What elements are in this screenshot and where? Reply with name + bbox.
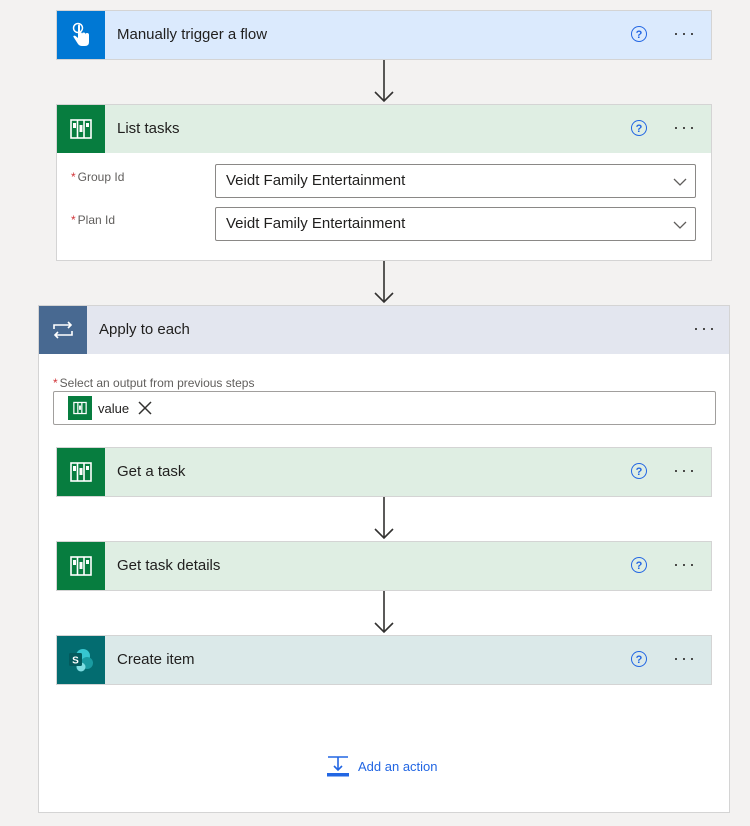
apply-to-each-title: Apply to each xyxy=(99,321,190,338)
required-marker: * xyxy=(53,376,58,390)
group-id-dropdown[interactable]: Veidt Family Entertainment xyxy=(215,164,696,198)
trigger-title: Manually trigger a flow xyxy=(117,26,268,43)
plan-id-label-text: Plan Id xyxy=(77,213,116,227)
loop-icon xyxy=(39,306,87,354)
value-token-text: value xyxy=(98,400,130,416)
trigger-header[interactable]: Manually trigger a flow ? ··· xyxy=(57,11,711,59)
apply-to-each-card[interactable]: Apply to each ··· * Select an output from… xyxy=(38,305,730,813)
create-item-title: Create item xyxy=(117,651,195,668)
svg-text:S: S xyxy=(72,656,79,667)
get-task-details-card[interactable]: Get task details ? ··· xyxy=(56,541,712,591)
value-token[interactable]: value xyxy=(68,396,153,420)
get-a-task-card[interactable]: Get a task ? ··· xyxy=(56,447,712,497)
more-options-icon[interactable]: ··· xyxy=(673,105,697,153)
sharepoint-icon: S xyxy=(57,636,105,684)
close-icon[interactable] xyxy=(137,400,153,416)
select-output-label-text: Select an output from previous steps xyxy=(59,376,255,390)
touch-hand-icon xyxy=(57,11,105,59)
more-options-icon[interactable]: ··· xyxy=(693,306,717,354)
help-icon[interactable]: ? xyxy=(631,463,647,479)
select-output-field[interactable]: value xyxy=(53,391,716,425)
get-task-details-title: Get task details xyxy=(117,557,221,574)
get-task-details-header[interactable]: Get task details ? ··· xyxy=(57,542,711,590)
help-icon[interactable]: ? xyxy=(631,120,647,136)
more-options-icon[interactable]: ··· xyxy=(673,636,697,684)
more-options-icon[interactable]: ··· xyxy=(673,542,697,590)
trigger-card[interactable]: Manually trigger a flow ? ··· xyxy=(56,10,712,60)
create-item-card[interactable]: S Create item ? ··· xyxy=(56,635,712,685)
group-id-label: * Group Id xyxy=(71,170,124,184)
list-tasks-title: List tasks xyxy=(117,120,180,137)
plan-id-label: * Plan Id xyxy=(71,213,115,227)
add-action-icon xyxy=(327,756,349,777)
select-output-label: * Select an output from previous steps xyxy=(53,376,254,390)
help-icon[interactable]: ? xyxy=(631,26,647,42)
list-tasks-card[interactable]: List tasks ? ··· * Group Id Veidt Family … xyxy=(56,104,712,261)
planner-icon xyxy=(68,396,92,420)
planner-icon xyxy=(57,105,105,153)
add-action-button[interactable]: Add an action xyxy=(326,754,438,778)
more-options-icon[interactable]: ··· xyxy=(673,448,697,496)
list-tasks-header[interactable]: List tasks ? ··· xyxy=(57,105,711,153)
connector-arrow-icon xyxy=(374,261,394,304)
connector-arrow-icon xyxy=(374,497,394,540)
chevron-down-icon[interactable] xyxy=(673,218,687,232)
chevron-down-icon[interactable] xyxy=(673,175,687,189)
help-icon[interactable]: ? xyxy=(631,557,647,573)
get-a-task-title: Get a task xyxy=(117,463,186,480)
apply-to-each-header[interactable]: Apply to each ··· xyxy=(39,306,729,354)
planner-icon xyxy=(57,542,105,590)
connector-arrow-icon xyxy=(374,60,394,103)
required-marker: * xyxy=(71,213,76,227)
more-options-icon[interactable]: ··· xyxy=(673,11,697,59)
get-a-task-header[interactable]: Get a task ? ··· xyxy=(57,448,711,496)
required-marker: * xyxy=(71,170,76,184)
group-id-value: Veidt Family Entertainment xyxy=(226,172,406,189)
planner-icon xyxy=(57,448,105,496)
plan-id-dropdown[interactable]: Veidt Family Entertainment xyxy=(215,207,696,241)
connector-arrow-icon xyxy=(374,591,394,634)
group-id-label-text: Group Id xyxy=(77,170,125,184)
add-action-label: Add an action xyxy=(358,758,438,774)
create-item-header[interactable]: S Create item ? ··· xyxy=(57,636,711,684)
plan-id-value: Veidt Family Entertainment xyxy=(226,215,406,232)
help-icon[interactable]: ? xyxy=(631,651,647,667)
